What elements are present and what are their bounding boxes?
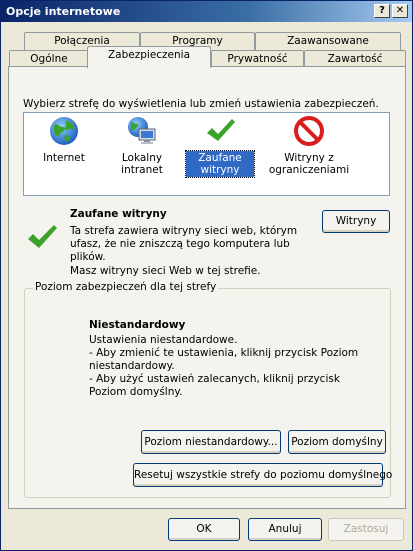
group-title: Poziom zabezpieczeń dla tej strefy (33, 281, 219, 293)
tab-zaawansowane[interactable]: Zaawansowane (255, 32, 401, 51)
title-bar[interactable]: Opcje internetowe ? ✕ (1, 1, 412, 22)
close-button[interactable]: ✕ (392, 4, 408, 18)
zone-sites-info: Masz witryny sieci Web w tej strefie. (70, 265, 261, 277)
zone-instruction: Wybierz strefę do wyświetlenia lub zmień… (23, 98, 379, 110)
zone-label: Witryny z ograniczeniami (268, 152, 350, 176)
zone-intranet[interactable]: Lokalny intranet (108, 115, 176, 177)
zone-label: Lokalny intranet (121, 152, 163, 176)
level-line: - Aby zmienić te ustawienia, kliknij prz… (89, 347, 359, 372)
zone-internet[interactable]: Internet (30, 115, 98, 165)
restricted-icon (294, 116, 324, 146)
cancel-button[interactable]: Anuluj (248, 518, 322, 541)
intranet-icon (128, 117, 156, 144)
sites-button[interactable]: Witryny (322, 210, 390, 233)
level-title: Niestandardowy (89, 319, 186, 331)
security-tab-panel: Wybierz strefę do wyświetlenia lub zmień… (8, 66, 406, 509)
globe-icon (50, 117, 78, 145)
checkmark-icon (207, 119, 235, 141)
zone-title: Zaufane witryny (70, 208, 167, 220)
zone-trusted-sites[interactable]: Zaufane witryny (185, 115, 255, 178)
level-line: Ustawienia niestandardowe. (89, 334, 238, 346)
window-title: Opcje internetowe (6, 5, 121, 18)
level-line: - Aby użyć ustawień zalecanych, kliknij … (89, 373, 340, 398)
checkmark-icon (28, 225, 57, 248)
ok-button[interactable]: OK (168, 518, 240, 541)
level-description: Ustawienia niestandardowe. - Aby zmienić… (89, 334, 379, 399)
zone-restricted-sites[interactable]: Witryny z ograniczeniami (264, 115, 354, 177)
zone-list[interactable]: Internet Lokalny intranet Zaufane witryn… (23, 112, 390, 196)
custom-level-button[interactable]: Poziom niestandardowy... (141, 430, 281, 454)
zone-label: Internet (43, 152, 85, 164)
zone-label: Zaufane witryny (185, 150, 255, 178)
tab-zabezpieczenia[interactable]: Zabezpieczenia (87, 46, 211, 68)
help-button[interactable]: ? (374, 4, 390, 18)
default-level-button[interactable]: Poziom domyślny (288, 430, 386, 454)
reset-all-zones-button[interactable]: Resetuj wszystkie strefy do poziomu domy… (133, 463, 392, 487)
apply-button[interactable]: Zastosuj (328, 518, 404, 541)
zone-description: Ta strefa zawiera witryny sieci web, któ… (70, 225, 298, 263)
internet-options-dialog: Opcje internetowe ? ✕ Połączenia Program… (0, 0, 413, 551)
